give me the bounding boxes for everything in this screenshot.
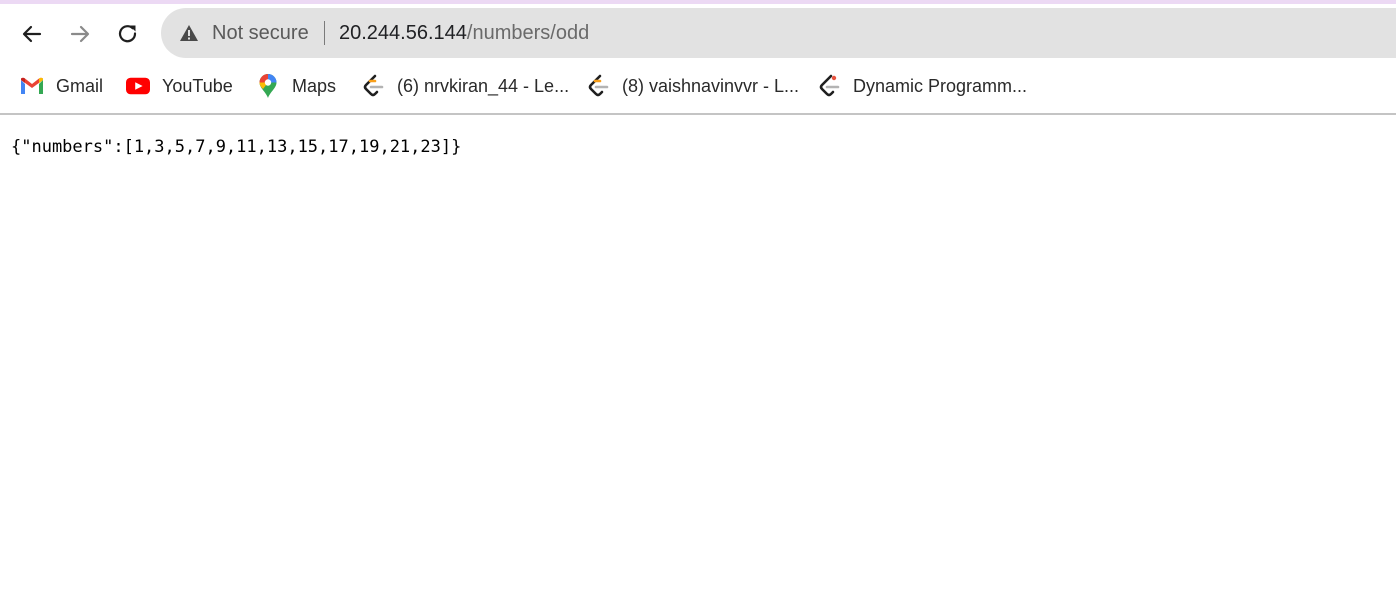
- bookmark-leetcode-vaishnavinvvr[interactable]: (8) vaishnavinvvr - L...: [586, 73, 799, 99]
- leetcode-icon: [817, 74, 841, 98]
- gmail-icon: [20, 74, 44, 98]
- reload-icon: [118, 25, 137, 43]
- url-divider: [324, 21, 325, 45]
- bookmarks-bar: Gmail YouTube Maps (6) nrvkiran_44 - Le.…: [0, 64, 1396, 108]
- bookmark-maps[interactable]: Maps: [256, 73, 336, 99]
- url-path: /numbers/odd: [466, 22, 590, 44]
- bookmark-leetcode-nrvkiran[interactable]: (6) nrvkiran_44 - Le...: [361, 73, 569, 99]
- bookmark-label: (6) nrvkiran_44 - Le...: [397, 76, 570, 96]
- bookmark-gmail[interactable]: Gmail: [20, 73, 103, 99]
- warning-triangle-icon[interactable]: [179, 23, 199, 43]
- page-content: {"numbers":[1,3,5,7,9,11,13,15,17,19,21,…: [0, 115, 1396, 600]
- address-bar[interactable]: Not secure 20.244.56.144/numbers/odd: [161, 8, 1396, 58]
- reload-button[interactable]: [111, 17, 145, 51]
- bookmark-dynamic-programming[interactable]: Dynamic Programm...: [817, 73, 1027, 99]
- browser-toolbar: Not secure 20.244.56.144/numbers/odd: [0, 4, 1396, 62]
- security-status-label[interactable]: Not secure: [212, 21, 309, 45]
- bookmark-youtube[interactable]: YouTube: [126, 73, 233, 99]
- leetcode-icon: [586, 74, 610, 98]
- back-button[interactable]: [15, 17, 49, 51]
- arrow-right-icon: [70, 25, 90, 43]
- json-response-text: {"numbers":[1,3,5,7,9,11,13,15,17,19,21,…: [11, 137, 462, 157]
- youtube-icon: [126, 74, 150, 98]
- bookmark-label: Maps: [292, 76, 337, 96]
- leetcode-icon: [361, 74, 385, 98]
- maps-pin-icon: [256, 74, 280, 98]
- url-host: 20.244.56.144: [339, 22, 467, 44]
- bookmark-label: Gmail: [56, 76, 104, 96]
- arrow-left-icon: [22, 25, 42, 43]
- forward-button[interactable]: [63, 17, 97, 51]
- url-text[interactable]: 20.244.56.144/numbers/odd: [339, 21, 589, 45]
- bookmark-label: Dynamic Programm...: [853, 76, 1028, 96]
- bookmark-label: YouTube: [162, 76, 233, 96]
- bookmark-label: (8) vaishnavinvvr - L...: [622, 76, 800, 96]
